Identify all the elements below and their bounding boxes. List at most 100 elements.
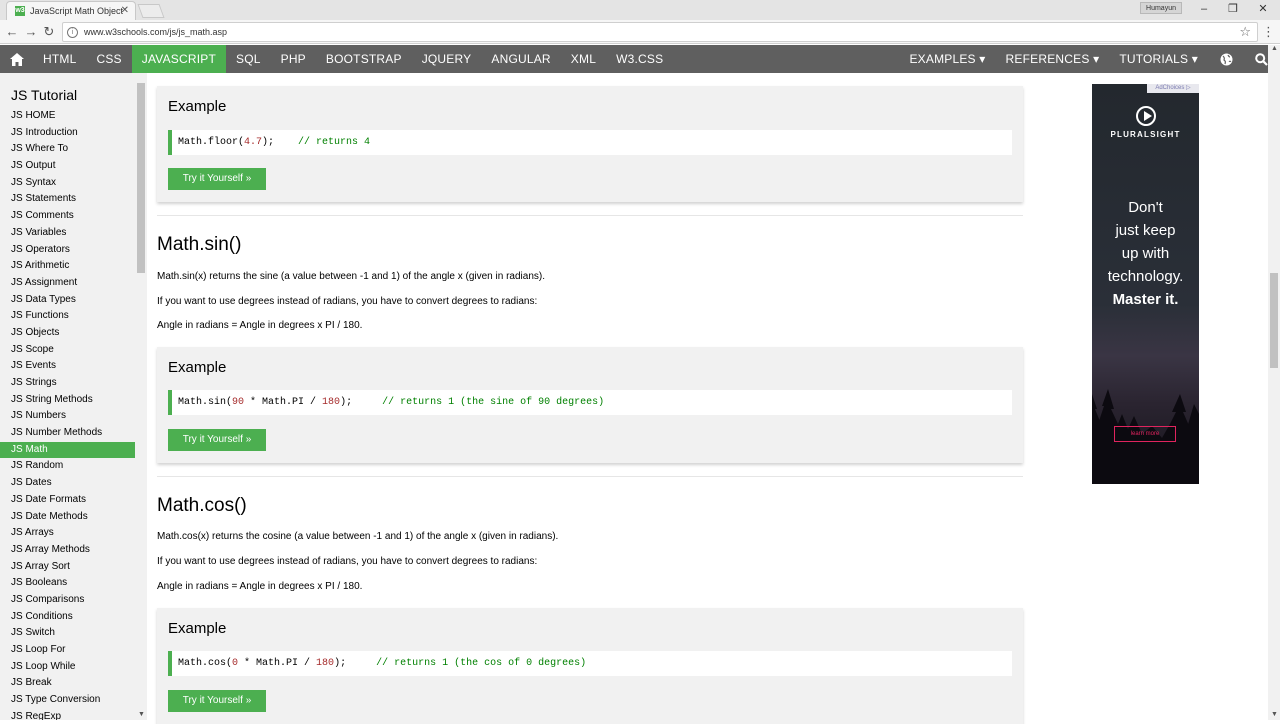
- url-text: www.w3schools.com/js/js_math.asp: [84, 27, 228, 37]
- sidebar-item-js-strings[interactable]: JS Strings: [0, 375, 135, 392]
- sidebar-item-js-scope[interactable]: JS Scope: [0, 342, 135, 359]
- sidebar-item-js-date-methods[interactable]: JS Date Methods: [0, 509, 135, 526]
- try-it-yourself-button[interactable]: Try it Yourself »: [168, 168, 266, 190]
- address-bar[interactable]: i www.w3schools.com/js/js_math.asp ☆: [62, 22, 1258, 42]
- browser-toolbar: ← → ↻ i www.w3schools.com/js/js_math.asp…: [0, 20, 1280, 44]
- sidebar-item-js-operators[interactable]: JS Operators: [0, 242, 135, 259]
- sidebar-item-js-variables[interactable]: JS Variables: [0, 225, 135, 242]
- bookmark-star-icon[interactable]: ☆: [1239, 24, 1251, 40]
- nav-examples-dropdown[interactable]: EXAMPLES ▾: [899, 45, 995, 73]
- forward-arrow-icon[interactable]: →: [22, 23, 40, 41]
- nav-xml[interactable]: XML: [561, 45, 606, 73]
- sidebar-item-js-math[interactable]: JS Math: [0, 441, 135, 459]
- cos-formula: Angle in radians = Angle in degrees x PI…: [157, 581, 363, 592]
- nav-tutorials-dropdown[interactable]: TUTORIALS ▾: [1109, 45, 1208, 73]
- sidebar-item-js-random[interactable]: JS Random: [0, 458, 135, 475]
- sidebar-item-js-events[interactable]: JS Events: [0, 358, 135, 375]
- ad-brand: PLURALSIGHT: [1110, 130, 1181, 139]
- sidebar-item-js-loop-for[interactable]: JS Loop For: [0, 642, 135, 659]
- tab-close-icon[interactable]: ✕: [121, 5, 129, 16]
- sidebar-item-js-statements[interactable]: JS Statements: [0, 191, 135, 208]
- sidebar-item-js-booleans[interactable]: JS Booleans: [0, 575, 135, 592]
- page-scrollbar-thumb[interactable]: [1270, 273, 1278, 368]
- cos-description: Math.cos(x) returns the cosine (a value …: [157, 531, 559, 542]
- nav-bootstrap[interactable]: BOOTSTRAP: [316, 45, 412, 73]
- sidebar-item-js-comments[interactable]: JS Comments: [0, 208, 135, 225]
- try-it-yourself-button[interactable]: Try it Yourself »: [168, 690, 266, 712]
- sidebar-item-js-date-formats[interactable]: JS Date Formats: [0, 492, 135, 509]
- pluralsight-ad[interactable]: AdChoices ▷ PLURALSIGHT Don't just keep …: [1092, 84, 1199, 484]
- browser-menu-icon[interactable]: ⋮: [1262, 24, 1275, 40]
- try-it-yourself-button[interactable]: Try it Yourself »: [168, 429, 266, 451]
- globe-icon[interactable]: [1208, 45, 1245, 73]
- sidebar-item-js-type-conversion[interactable]: JS Type Conversion: [0, 692, 135, 709]
- nav-jquery[interactable]: JQUERY: [412, 45, 482, 73]
- code-example-sin: Math.sin(90 * Math.PI / 180); // returns…: [168, 390, 1012, 415]
- sidebar-item-js-array-sort[interactable]: JS Array Sort: [0, 559, 135, 576]
- sidebar-item-js-where-to[interactable]: JS Where To: [0, 141, 135, 158]
- restore-icon[interactable]: ❐: [1218, 0, 1248, 20]
- nav-html[interactable]: HTML: [33, 45, 86, 73]
- example-heading: Example: [168, 620, 227, 637]
- browser-tab[interactable]: w3 JavaScript Math Object ✕: [6, 1, 136, 20]
- page-scroll-up-icon[interactable]: ▲: [1271, 45, 1278, 52]
- ad-message: Don't just keep up with technology. Mast…: [1107, 199, 1184, 308]
- sidebar-item-js-functions[interactable]: JS Functions: [0, 308, 135, 325]
- sidebar-title: JS Tutorial: [11, 87, 78, 103]
- sidebar-item-js-data-types[interactable]: JS Data Types: [0, 292, 135, 309]
- sidebar-item-js-syntax[interactable]: JS Syntax: [0, 175, 135, 192]
- sidebar-item-js-dates[interactable]: JS Dates: [0, 475, 135, 492]
- sidebar-item-js-conditions[interactable]: JS Conditions: [0, 609, 135, 626]
- example-heading: Example: [168, 98, 227, 115]
- sidebar-scrollbar[interactable]: ▼: [136, 73, 147, 720]
- ad-learn-more-button[interactable]: learn more: [1114, 426, 1176, 442]
- adchoices-label[interactable]: AdChoices ▷: [1147, 84, 1199, 93]
- sidebar-scroll-down-icon[interactable]: ▼: [138, 711, 145, 718]
- reload-icon[interactable]: ↻: [40, 23, 58, 41]
- nav-references-dropdown[interactable]: REFERENCES ▾: [996, 45, 1110, 73]
- sidebar-item-js-array-methods[interactable]: JS Array Methods: [0, 542, 135, 559]
- sidebar-item-js-number-methods[interactable]: JS Number Methods: [0, 425, 135, 442]
- nav-angular[interactable]: ANGULAR: [481, 45, 560, 73]
- new-tab-button[interactable]: [137, 4, 165, 18]
- sidebar-item-js-switch[interactable]: JS Switch: [0, 625, 135, 642]
- sidebar-item-js-arrays[interactable]: JS Arrays: [0, 525, 135, 542]
- page-scrollbar[interactable]: ▲ ▼: [1268, 45, 1280, 720]
- sidebar-item-js-assignment[interactable]: JS Assignment: [0, 275, 135, 292]
- nav-sql[interactable]: SQL: [226, 45, 271, 73]
- profile-button[interactable]: Humayun: [1140, 2, 1182, 14]
- page-scroll-down-icon[interactable]: ▼: [1271, 711, 1278, 718]
- sidebar-item-js-introduction[interactable]: JS Introduction: [0, 125, 135, 142]
- sidebar-item-js-break[interactable]: JS Break: [0, 675, 135, 692]
- example-box-cos: Example Math.cos(0 * Math.PI / 180); // …: [157, 608, 1023, 724]
- nav-php[interactable]: PHP: [271, 45, 316, 73]
- nav-javascript[interactable]: JAVASCRIPT: [131, 45, 226, 73]
- minimize-icon[interactable]: –: [1189, 0, 1219, 20]
- sidebar-item-js-objects[interactable]: JS Objects: [0, 325, 135, 342]
- main-content: Example Math.floor(4.7); // returns 4 Tr…: [157, 73, 1023, 724]
- code-example-floor: Math.floor(4.7); // returns 4: [168, 130, 1012, 155]
- back-arrow-icon[interactable]: ←: [3, 23, 21, 41]
- example-box-sin: Example Math.sin(90 * Math.PI / 180); //…: [157, 347, 1023, 463]
- nav-css[interactable]: CSS: [86, 45, 131, 73]
- sidebar: JS Tutorial JS HOME JS Introduction JS Whe…: [0, 73, 147, 720]
- section-heading-cos: Math.cos(): [157, 495, 247, 516]
- sin-degrees-note: If you want to use degrees instead of ra…: [157, 296, 538, 307]
- sin-description: Math.sin(x) returns the sine (a value be…: [157, 271, 545, 282]
- window-close-icon[interactable]: ✕: [1248, 0, 1278, 20]
- home-icon[interactable]: [0, 45, 33, 73]
- sidebar-item-js-home[interactable]: JS HOME: [0, 108, 135, 125]
- sidebar-item-js-comparisons[interactable]: JS Comparisons: [0, 592, 135, 609]
- sidebar-scrollbar-thumb[interactable]: [137, 83, 145, 273]
- sidebar-item-js-string-methods[interactable]: JS String Methods: [0, 392, 135, 409]
- sidebar-item-js-numbers[interactable]: JS Numbers: [0, 408, 135, 425]
- page-info-icon[interactable]: i: [67, 26, 78, 38]
- pluralsight-play-icon: [1136, 106, 1156, 126]
- sidebar-item-js-arithmetic[interactable]: JS Arithmetic: [0, 258, 135, 275]
- sidebar-item-js-output[interactable]: JS Output: [0, 158, 135, 175]
- sidebar-item-js-loop-while[interactable]: JS Loop While: [0, 659, 135, 676]
- sidebar-item-js-regexp[interactable]: JS RegExp: [0, 709, 135, 720]
- nav-w3css[interactable]: W3.CSS: [606, 45, 673, 73]
- divider: [157, 215, 1023, 216]
- cos-degrees-note: If you want to use degrees instead of ra…: [157, 556, 538, 567]
